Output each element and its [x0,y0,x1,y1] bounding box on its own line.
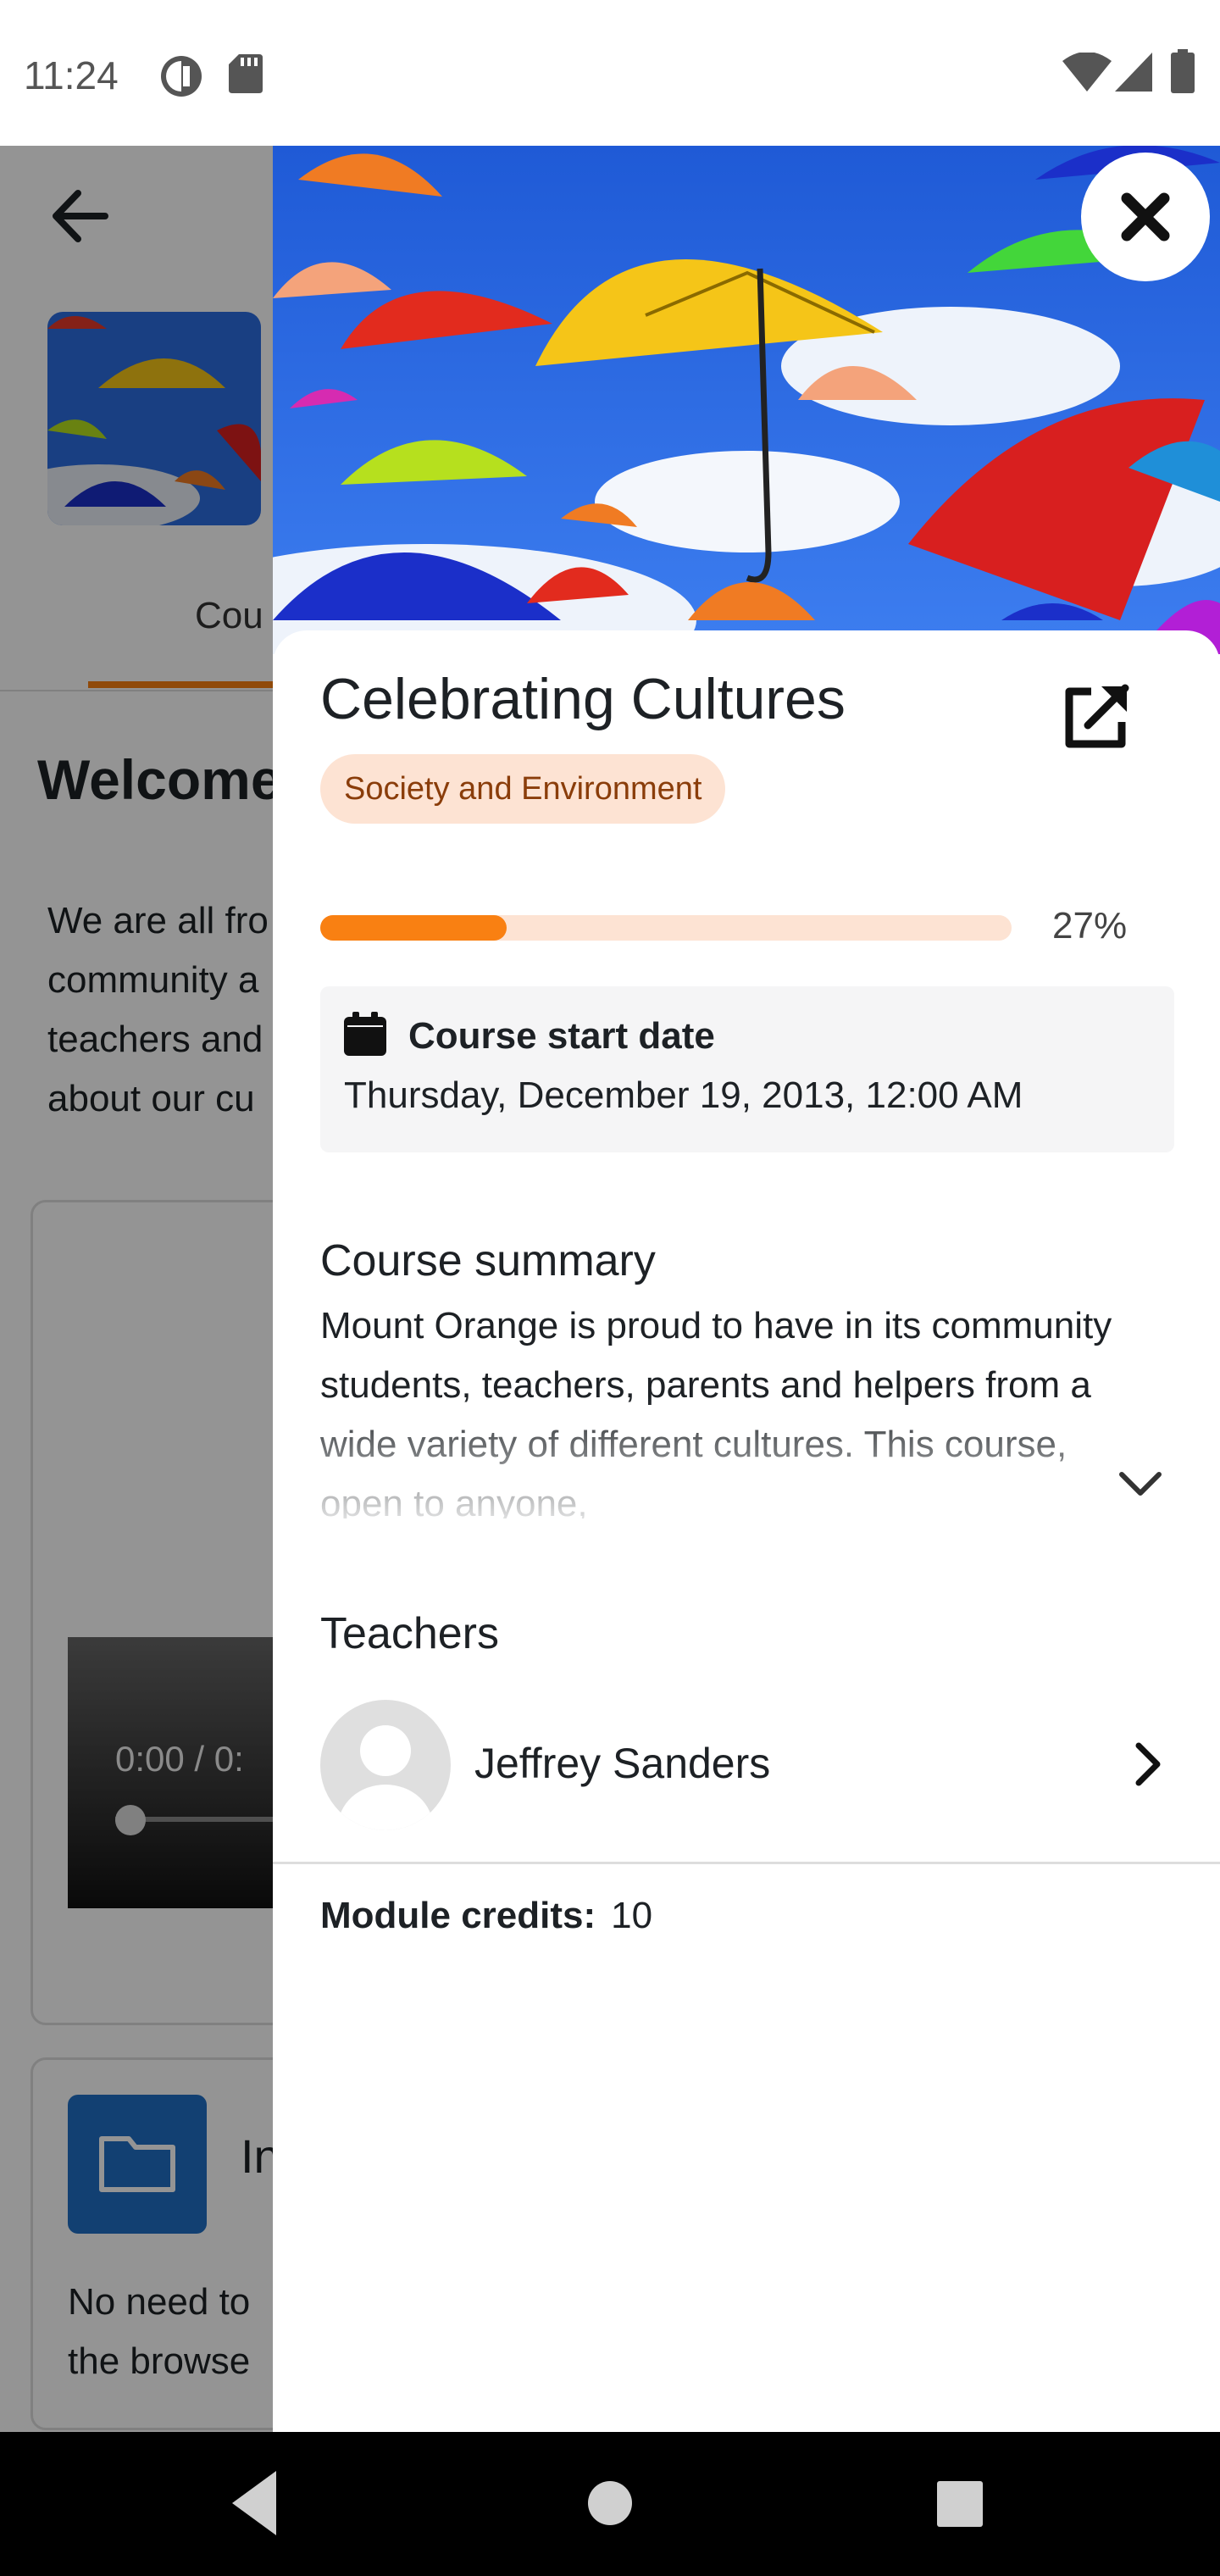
teacher-name: Jeffrey Sanders [474,1740,771,1787]
summary-heading: Course summary [320,1236,656,1285]
module-credits-label: Module credits: [320,1895,596,1936]
close-icon [1121,192,1170,242]
summary-text: Mount Orange is proud to have in its com… [320,1305,1112,1518]
calendar-icon [344,1012,386,1060]
battery-icon [1171,49,1195,97]
close-button[interactable] [1081,153,1210,281]
nav-recents-icon[interactable] [937,2481,983,2527]
course-summary-panel: Celebrating Cultures Society and Environ… [273,146,1220,2432]
module-credits-value: 10 [611,1895,653,1936]
start-date-box: Course start date Thursday, December 19,… [320,986,1174,1152]
wifi-icon [1062,52,1112,96]
open-course-button[interactable] [1057,678,1135,756]
start-date-value: Thursday, December 19, 2013, 12:00 AM [344,1074,1023,1116]
chevron-right-icon [1117,1734,1178,1795]
progress-bar-fill [320,915,507,941]
chevron-down-icon [1119,1472,1162,1496]
avatar [320,1700,451,1830]
course-title: Celebrating Cultures [320,667,846,731]
nav-home-icon[interactable] [588,2481,632,2525]
category-badge: Society and Environment [320,754,726,824]
external-link-icon [1065,684,1129,748]
start-date-label: Course start date [408,1015,715,1057]
status-time: 11:24 [24,53,119,97]
progress-bar [320,915,1012,941]
teachers-heading: Teachers [320,1609,499,1658]
expand-summary-button[interactable] [1110,1452,1171,1513]
progress-percent: 27% [1052,905,1128,947]
sync-icon [159,54,203,103]
course-hero-image [273,146,1220,654]
nav-back-icon[interactable] [232,2471,276,2535]
course-details-sheet: Celebrating Cultures Society and Environ… [273,630,1220,2432]
status-bar: 11:24 [0,0,1220,146]
sd-card-icon [229,54,263,97]
teacher-list-item[interactable]: Jeffrey Sanders [273,1681,1220,1864]
system-nav-bar [0,2432,1220,2576]
module-credits: Module credits: 10 [320,1895,652,1937]
signal-icon [1115,53,1152,96]
